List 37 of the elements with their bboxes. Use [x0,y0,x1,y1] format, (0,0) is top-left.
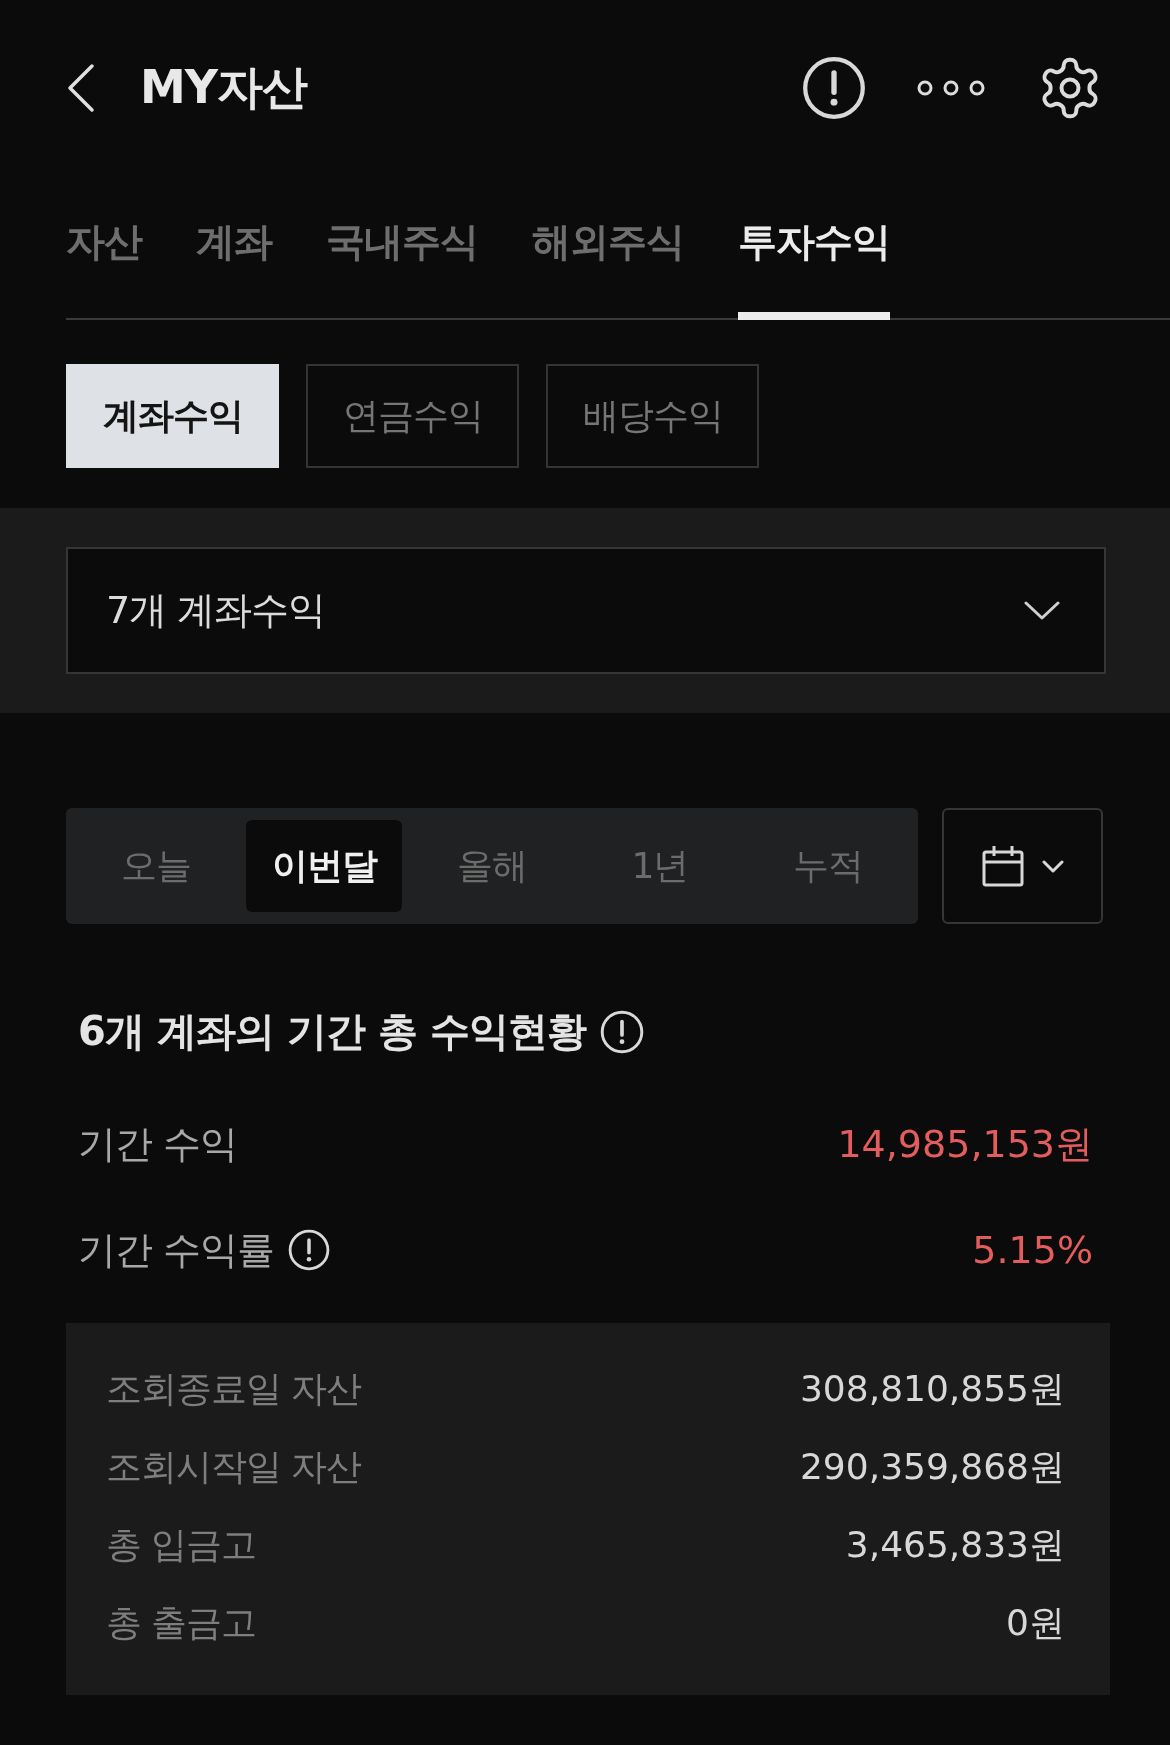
summary-value: 14,985,153원 [837,1120,1093,1168]
detail-label: 총 입금고 [106,1522,257,1567]
nav-tab[interactable]: 투자수익 [738,218,890,320]
calendar-icon [981,845,1024,887]
chevron-down-icon [1041,859,1064,873]
nav-tab[interactable]: 해외주식 [532,218,684,320]
sub-tab[interactable]: 연금수익 [306,364,519,468]
summary-value: 5.15% [972,1228,1093,1272]
info-icon[interactable] [288,1229,331,1271]
period-option[interactable]: 이번달 [246,820,402,912]
back-icon[interactable] [66,63,96,113]
summary-label: 기간 수익 [78,1120,238,1168]
detail-label: 조회종료일 자산 [106,1366,362,1411]
period-option[interactable]: 올해 [414,820,570,912]
detail-value: 3,465,833원 [845,1522,1065,1567]
chevron-down-icon [1024,600,1060,621]
calendar-button[interactable] [942,808,1103,924]
detail-value: 0원 [1006,1600,1065,1645]
account-dropdown[interactable]: 7개 계좌수익 [66,547,1106,674]
sub-tab[interactable]: 배당수익 [546,364,759,468]
sub-tab[interactable]: 계좌수익 [66,364,279,468]
nav-tab[interactable]: 계좌 [196,218,272,320]
detail-label: 총 출금고 [106,1600,257,1645]
summary-label: 기간 수익률 [78,1226,275,1274]
period-option[interactable]: 누적 [750,820,906,912]
summary-title: 6개 계좌의 기간 총 수익현황 [78,1007,586,1056]
detail-label: 조회시작일 자산 [106,1444,362,1489]
nav-tab[interactable]: 자산 [66,218,142,320]
detail-value: 308,810,855원 [799,1366,1065,1411]
detail-value: 290,359,868원 [799,1444,1065,1489]
period-option[interactable]: 오늘 [78,820,234,912]
info-icon[interactable] [599,1009,644,1054]
more-icon[interactable] [916,79,986,97]
period-option[interactable]: 1년 [582,820,738,912]
info-icon[interactable] [802,56,866,120]
nav-tab[interactable]: 국내주식 [326,218,478,320]
page-title: MY자산 [140,59,308,116]
